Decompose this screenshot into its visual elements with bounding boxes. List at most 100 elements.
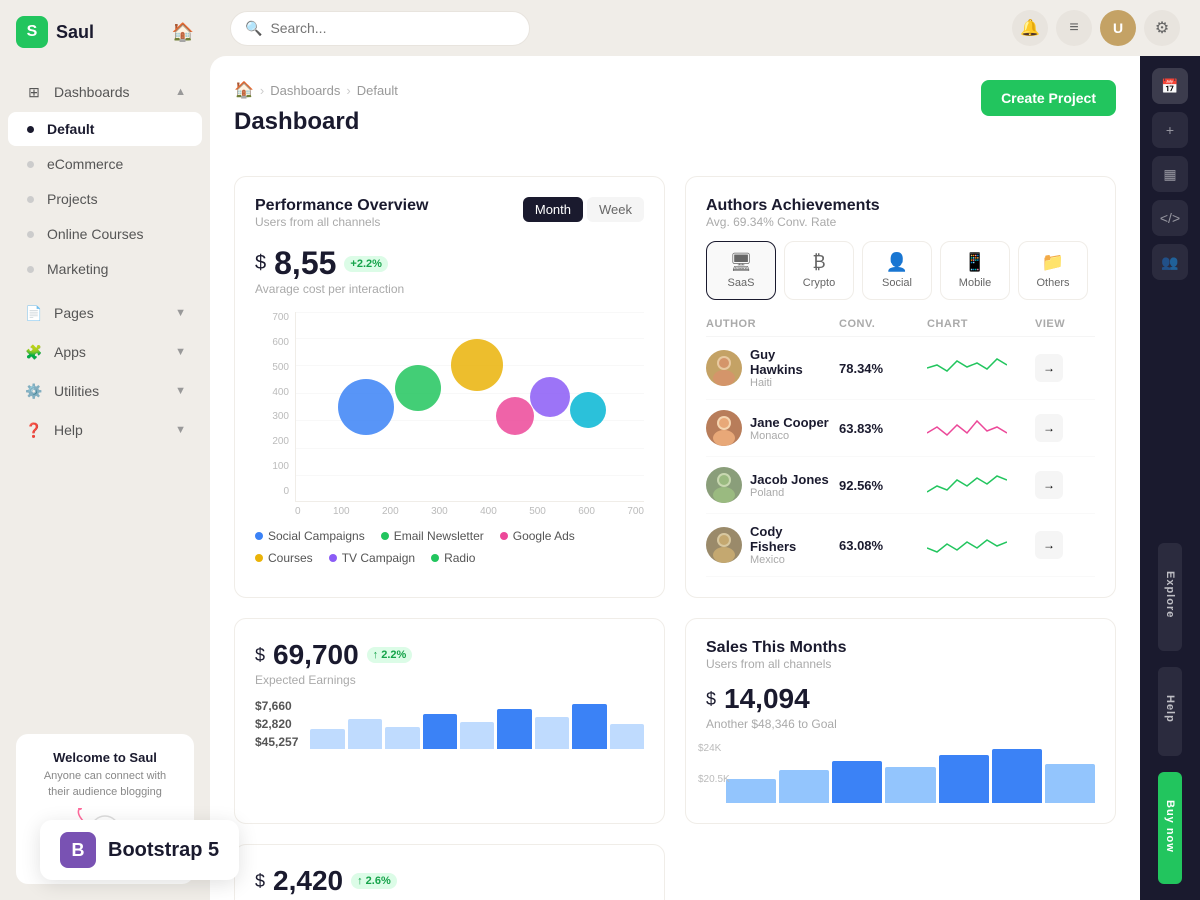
calendar-button[interactable]: 📅 [1152,68,1188,104]
y-label: 300 [272,411,289,422]
page-header: 🏠 › Dashboards › Default Dashboard Creat… [234,80,1116,156]
notifications-button[interactable]: 🔔 [1012,10,1048,46]
stat-header: $ 69,700 ↑ 2.2% Expected Earnings [255,639,644,687]
others-icon: 📁 [1042,252,1064,273]
perf-subtitle: Users from all channels [255,215,428,229]
avatar [706,467,742,503]
users-button[interactable]: 👥 [1152,244,1188,280]
legend-label: Social Campaigns [268,529,365,543]
author-name: Guy Hawkins [750,347,831,377]
dollar-sign: $ [255,871,265,892]
bootstrap-text: Bootstrap 5 [108,839,219,862]
bar [832,761,882,803]
buy-panel[interactable]: Buy now [1158,772,1182,884]
menu-button[interactable]: ≡ [1056,10,1092,46]
perf-title-group: Performance Overview Users from all chan… [255,197,428,241]
nav-dot [27,266,34,273]
breadcrumb-dashboards[interactable]: Dashboards [270,83,340,98]
sidebar-item-default[interactable]: Default [8,112,202,146]
author-country: Monaco [750,430,829,442]
app-name: Saul [56,22,94,43]
avatar [706,527,742,563]
breadcrumb-section: 🏠 › Dashboards › Default Dashboard [234,80,398,156]
legend-dot [255,532,263,540]
sidebar-item-dashboards[interactable]: ⊞ Dashboards ▲ [8,73,202,111]
settings-button[interactable]: ⚙ [1144,10,1180,46]
table-row: Jacob Jones Poland 92.56% → [706,457,1095,514]
author-country: Poland [750,487,829,499]
mini-chart [927,353,1007,383]
sidebar-item-utilities[interactable]: ⚙️ Utilities ▼ [8,372,202,410]
sidebar-item-label: Pages [54,305,94,321]
help-panel[interactable]: Help [1158,667,1182,756]
tab-label: Social [882,277,912,289]
x-label: 400 [480,506,497,517]
daily-sales-value: $ 2,420 ↑ 2.6% [255,865,644,897]
mini-chart [927,413,1007,443]
bar [779,770,829,803]
help-label: Help [1164,687,1176,731]
mobile-icon: 📱 [964,252,986,273]
chart-legend: Social Campaigns Email Newsletter Google… [255,529,644,565]
bar-label: $24K [698,743,721,754]
conv-value: 78.34% [839,361,919,376]
explore-panel[interactable]: Explore [1158,543,1182,651]
tab-week[interactable]: Week [587,197,644,222]
sidebar-item-online-courses[interactable]: Online Courses [8,217,202,251]
legend-item: Courses [255,551,313,565]
welcome-title: Welcome to Saul [32,750,178,765]
sidebar-item-apps[interactable]: 🧩 Apps ▼ [8,333,202,371]
sales-title: Sales This Months [706,639,1095,657]
add-button[interactable]: + [1152,112,1188,148]
sales-card: Sales This Months Users from all channel… [685,618,1116,824]
dash-button[interactable]: ▦ [1152,156,1188,192]
home-icon[interactable]: 🏠 [234,80,254,100]
sidebar-item-help[interactable]: ❓ Help ▼ [8,411,202,449]
legend-label: Radio [444,551,475,565]
x-label: 600 [578,506,595,517]
tab-social[interactable]: 👤 Social [862,241,932,300]
view-button[interactable]: → [1035,471,1063,499]
create-project-button[interactable]: Create Project [981,80,1116,116]
stat-value-group: $ 69,700 ↑ 2.2% Expected Earnings [255,639,412,687]
bubble-radio [570,392,606,428]
sidebar-item-pages[interactable]: 📄 Pages ▼ [8,294,202,332]
tab-label: SaaS [728,277,755,289]
view-button[interactable]: → [1035,354,1063,382]
bubble-chart [295,312,644,502]
list-item: $7,660 [255,699,298,713]
bar-label2: $20.5K [698,774,730,785]
daily-badge: ↑ 2.6% [351,873,397,889]
tab-saas[interactable]: 🖥 SaaS [706,241,776,300]
bar [460,722,494,750]
bar [497,709,531,749]
search-box[interactable]: 🔍 [230,11,530,46]
search-input[interactable] [270,20,515,36]
sidebar-item-marketing[interactable]: Marketing [8,252,202,286]
code-button[interactable]: </> [1152,200,1188,236]
legend-dot [255,554,263,562]
author-info: Jacob Jones Poland [706,467,831,503]
sidebar-item-projects[interactable]: Projects [8,182,202,216]
tab-others[interactable]: 📁 Others [1018,241,1088,300]
help-icon: ❓ [24,420,44,440]
authors-card: Authors Achievements Avg. 69.34% Conv. R… [685,176,1116,598]
sidebar-item-label: Help [54,422,83,438]
tab-crypto[interactable]: ₿ Crypto [784,241,854,300]
perf-header: Performance Overview Users from all chan… [255,197,644,241]
view-button[interactable]: → [1035,531,1063,559]
bar [1045,764,1095,803]
authors-subtitle: Avg. 69.34% Conv. Rate [706,215,1095,229]
tab-month[interactable]: Month [523,197,583,222]
mini-chart [927,470,1007,500]
sidebar-item-ecommerce[interactable]: eCommerce [8,147,202,181]
avatar [706,350,742,386]
view-button[interactable]: → [1035,414,1063,442]
tab-mobile[interactable]: 📱 Mobile [940,241,1010,300]
right-panel: 📅 + ▦ </> 👥 Explore Help Buy now [1140,56,1200,900]
daily-sales-card: $ 2,420 ↑ 2.6% Average Daily Sales [234,844,665,900]
back-icon[interactable]: 🏠 [172,22,194,43]
avatar[interactable]: U [1100,10,1136,46]
app-logo: S [16,16,48,48]
nav-dot [27,126,34,133]
